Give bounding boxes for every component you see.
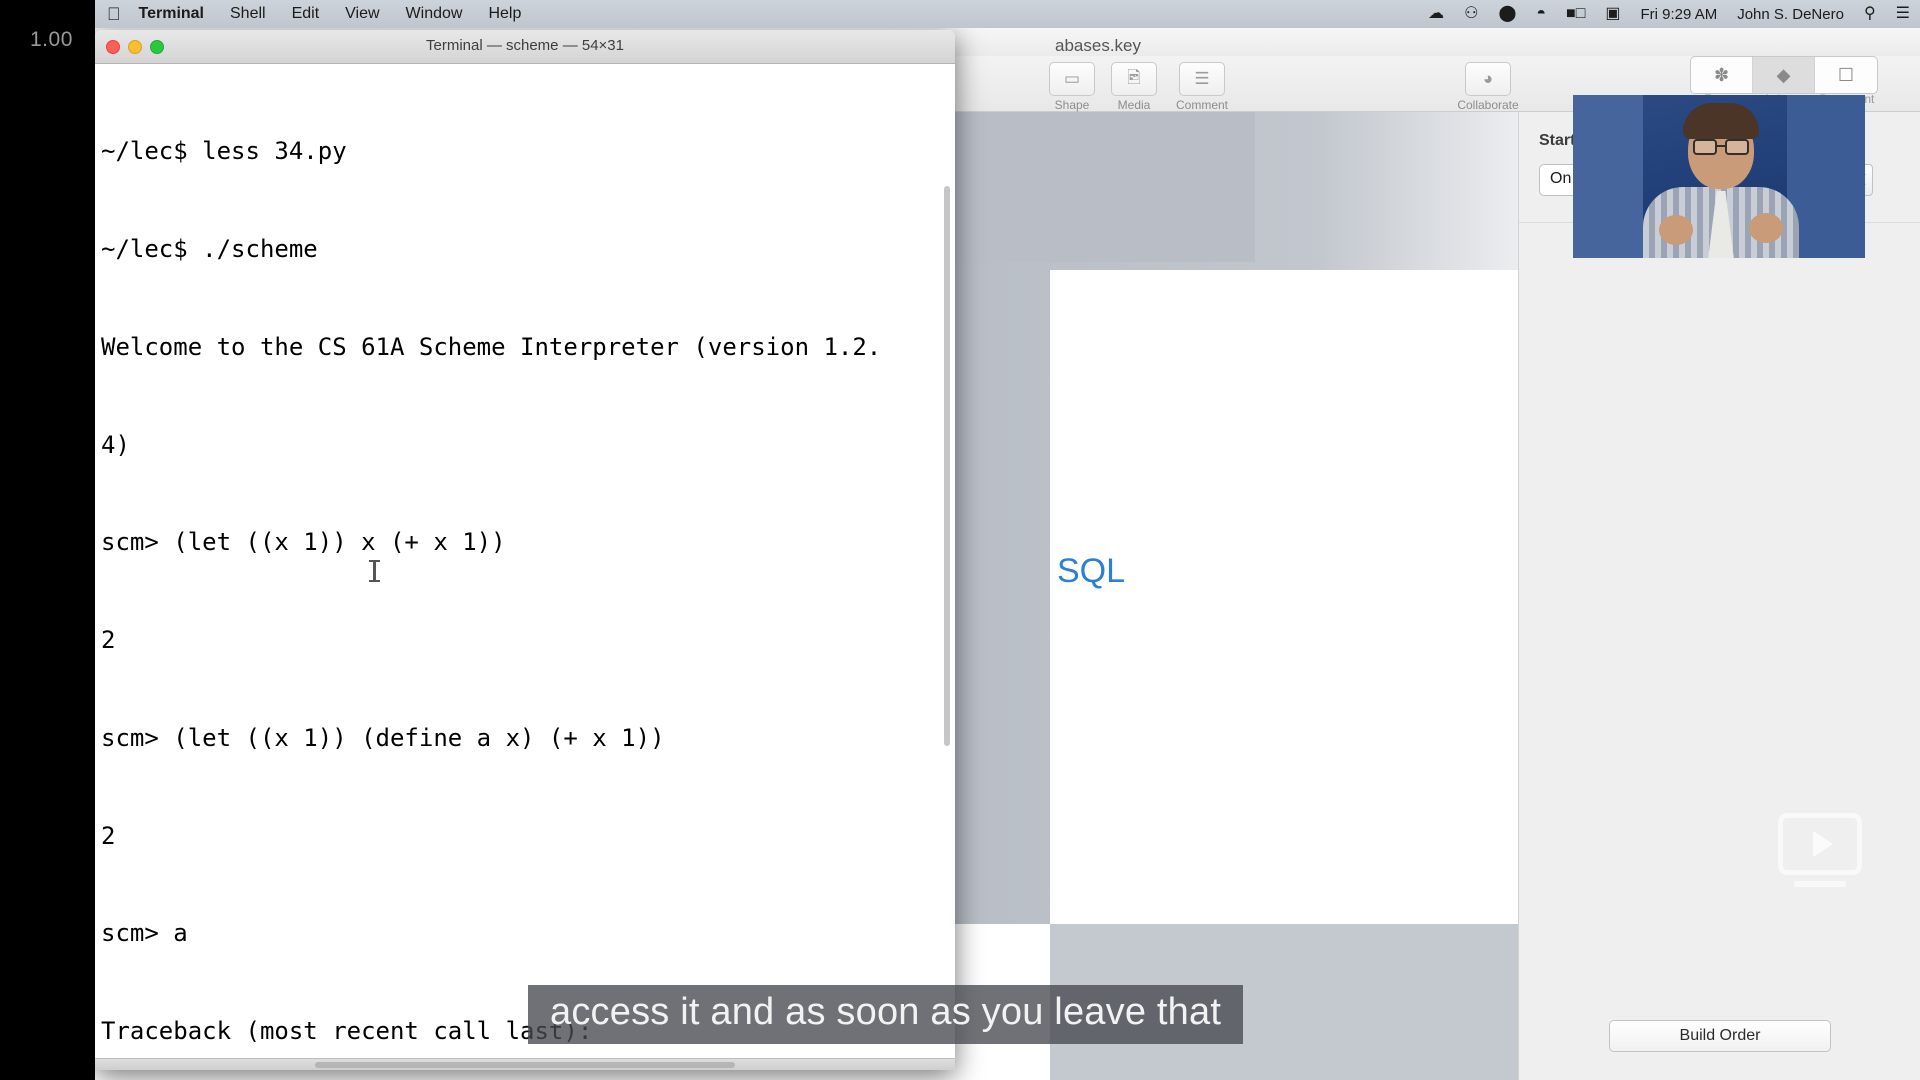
playback-speed-label: 1.00 <box>30 28 73 51</box>
notification-center-icon[interactable]: ☰ <box>1896 6 1910 22</box>
usb-icon[interactable]: ⚇ <box>1464 6 1478 22</box>
terminal-output[interactable]: ~/lec$ less 34.py ~/lec$ ./scheme Welcom… <box>95 64 955 1070</box>
battery-icon[interactable]: ■□ <box>1566 6 1585 22</box>
toolbar-media-label: Media <box>1117 98 1151 112</box>
webcam-glasses-left <box>1693 139 1717 155</box>
apple-tv-icon <box>1778 813 1862 875</box>
menu-item-window[interactable]: Window <box>406 5 463 23</box>
terminal-line: Welcome to the CS 61A Scheme Interpreter… <box>101 332 882 361</box>
menu-item-view[interactable]: View <box>345 5 379 23</box>
toolbar-comment-label: Comment <box>1175 98 1228 112</box>
collaborate-icon: ◕ <box>1465 62 1511 96</box>
terminal-title: Terminal — scheme — 54×31 <box>425 37 624 54</box>
terminal-bottom-handle[interactable] <box>315 1062 735 1068</box>
video-caption: access it and as soon as you leave that <box>528 985 1244 1044</box>
bluetooth-icon[interactable]: ⬤︎ <box>1498 6 1516 22</box>
tab-animate[interactable]: ◆ <box>1753 57 1815 93</box>
terminal-scroll-thumb[interactable] <box>944 186 950 746</box>
webcam-glasses-bridge <box>1717 145 1725 147</box>
menu-bar-status-area: ☁ ⚇ ⬤︎ ◓ ■□ ▣ Fri 9:29 AM John S. DeNero… <box>1428 0 1910 28</box>
calendar-icon[interactable]: ▣ <box>1605 6 1620 22</box>
terminal-line: scm> (let ((x 1)) (define a x) (+ x 1)) <box>101 723 665 752</box>
search-icon[interactable]: ⚲ <box>1864 6 1876 22</box>
inspector-tab-group[interactable]: ✽ ◆ ☐ <box>1690 56 1878 94</box>
keynote-document-title: abases.key <box>1055 36 1141 55</box>
terminal-line: ~/lec$ less 34.py <box>101 137 347 166</box>
terminal-scrollbar[interactable] <box>943 66 953 1056</box>
slide-sql-text: SQL <box>1057 552 1126 590</box>
comment-icon: ☰ <box>1179 62 1225 96</box>
webcam-presenter-hair <box>1683 103 1759 139</box>
webcam-glasses-right <box>1725 139 1749 155</box>
apple-tv-stand-icon <box>1794 881 1846 887</box>
cloud-upload-icon[interactable]: ☁ <box>1428 6 1444 22</box>
toolbar-comment-button[interactable]: ☰ Comment <box>1165 62 1239 112</box>
terminal-titlebar[interactable]: Terminal — scheme — 54×31 <box>95 30 955 64</box>
menu-bar-clock[interactable]: Fri 9:29 AM <box>1641 6 1718 23</box>
presenter-webcam-overlay <box>1573 95 1865 258</box>
webcam-wall-left <box>1573 95 1643 258</box>
toolbar-collaborate-label: Collaborate <box>1457 98 1519 112</box>
menu-item-edit[interactable]: Edit <box>292 5 320 23</box>
document-icon: ☐ <box>1837 64 1855 85</box>
toolbar-collaborate-button[interactable]: ◕ Collaborate <box>1433 62 1543 112</box>
apple-icon[interactable]:  <box>107 4 121 25</box>
screen-root: 1.00 abases.key ▭ Shape 🖻︎ Media ☰ Comme… <box>0 0 1920 1080</box>
terminal-line: 4) <box>101 430 130 459</box>
slide-shade-block <box>955 112 1255 262</box>
menu-item-help[interactable]: Help <box>488 5 521 23</box>
terminal-line: scm> a <box>101 919 188 948</box>
wifi-icon[interactable]: ◓ <box>1536 6 1546 22</box>
menu-item-shell[interactable]: Shell <box>230 5 266 23</box>
format-brush-icon: ✽ <box>1713 64 1730 85</box>
shape-icon: ▭ <box>1049 62 1095 96</box>
toolbar-media-button[interactable]: 🖻︎ Media <box>1097 62 1171 112</box>
toolbar-shape-label: Shape <box>1054 98 1090 112</box>
menu-bar-user[interactable]: John S. DeNero <box>1737 6 1844 23</box>
terminal-bottom-bar[interactable] <box>95 1058 955 1070</box>
terminal-line: 2 <box>101 821 116 850</box>
terminal-line: 2 <box>101 626 116 655</box>
media-icon: 🖻︎ <box>1111 62 1157 96</box>
webcam-hand-right <box>1749 213 1783 243</box>
tab-document[interactable]: ☐ <box>1815 57 1877 93</box>
tab-format[interactable]: ✽ <box>1691 57 1753 93</box>
terminal-window[interactable]: Terminal — scheme — 54×31 ~/lec$ less 34… <box>95 30 955 1070</box>
mac-menu-bar:  Terminal Shell Edit View Window Help ☁… <box>95 0 1920 28</box>
webcam-hand-left <box>1659 215 1693 245</box>
text-cursor-ibeam <box>369 560 380 582</box>
terminal-line: ~/lec$ ./scheme <box>101 234 318 263</box>
terminal-line: scm> (let ((x 1)) x (+ x 1)) <box>101 528 506 557</box>
animate-diamond-icon: ◆ <box>1776 64 1791 85</box>
menu-item-terminal[interactable]: Terminal <box>139 5 205 23</box>
build-order-button[interactable]: Build Order <box>1609 1020 1831 1052</box>
